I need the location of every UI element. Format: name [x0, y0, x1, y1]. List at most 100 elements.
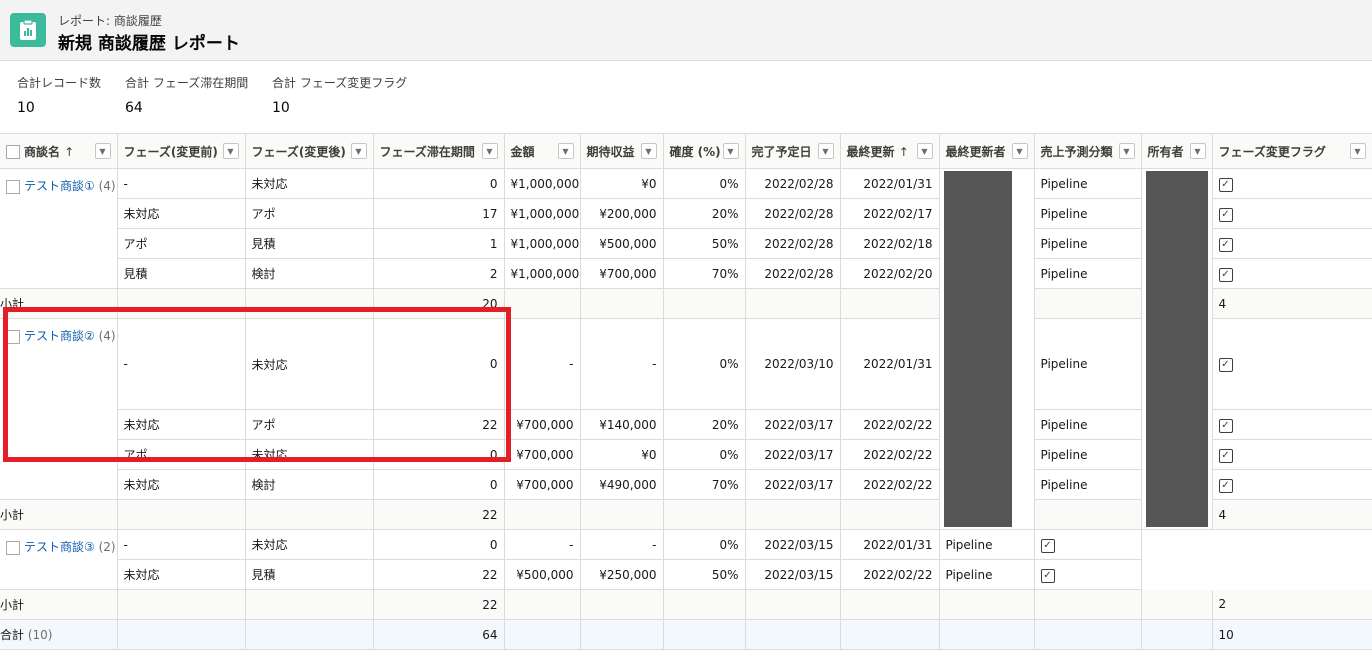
- opportunity-link[interactable]: テスト商談①: [24, 179, 95, 193]
- summary-phase-flag: 合計 フェーズ変更フラグ 10: [272, 74, 407, 116]
- empty-cell: [245, 619, 374, 650]
- expected-revenue-cell: ¥500,000: [580, 228, 664, 259]
- empty-cell: [939, 619, 1035, 650]
- phase-days-cell: 0: [373, 529, 505, 560]
- row-checkbox[interactable]: [6, 179, 20, 194]
- column-header-amount[interactable]: 金額 ▼: [504, 133, 581, 169]
- empty-cell: [663, 619, 746, 650]
- phase-flag-cell: ✓: [1212, 469, 1372, 500]
- probability-cell: 20%: [663, 409, 746, 440]
- phase-before-cell: アポ: [117, 228, 246, 259]
- phase-flag-cell: ✓: [1212, 168, 1372, 199]
- chevron-down-icon[interactable]: ▼: [1118, 143, 1135, 159]
- empty-cell: [745, 499, 841, 530]
- column-label: フェーズ滞在期間: [379, 144, 475, 159]
- checkbox-checked-icon: ✓: [1218, 267, 1233, 282]
- opportunity-link[interactable]: テスト商談②: [24, 329, 95, 343]
- column-header-last-modified-by[interactable]: 最終更新者 ▼: [939, 133, 1035, 169]
- empty-cell: [840, 288, 940, 319]
- phase-flag-cell: ✓: [1212, 439, 1372, 470]
- column-header-forecast[interactable]: 売上予測分類 ▼: [1034, 133, 1142, 169]
- close-date-cell: 2022/02/28: [745, 258, 841, 289]
- close-date-cell: 2022/02/28: [745, 168, 841, 199]
- empty-cell: [1034, 288, 1142, 319]
- checkbox-checked-icon: ✓: [1218, 358, 1233, 372]
- chevron-down-icon[interactable]: ▼: [94, 143, 111, 159]
- opportunity-link[interactable]: テスト商談③: [24, 540, 95, 554]
- checkbox-checked-icon: ✓: [1218, 448, 1233, 463]
- column-header-expected-revenue[interactable]: 期待収益 ▼: [580, 133, 664, 169]
- chevron-down-icon[interactable]: ▼: [640, 143, 657, 159]
- select-all-checkbox[interactable]: [6, 145, 20, 159]
- column-label: フェーズ(変更前): [123, 144, 218, 159]
- close-date-cell: 2022/03/17: [745, 409, 841, 440]
- opportunity-cell: テスト商談③ (2): [0, 529, 118, 590]
- empty-cell: [504, 499, 581, 530]
- column-header-probability[interactable]: 確度 (%) ▼: [663, 133, 746, 169]
- column-header-phase-flag[interactable]: フェーズ変更フラグ ▼: [1212, 133, 1372, 169]
- owner-cell: [1141, 168, 1213, 530]
- column-header-phase-days[interactable]: フェーズ滞在期間 ▼: [373, 133, 505, 169]
- chevron-down-icon[interactable]: ▼: [481, 143, 498, 159]
- probability-cell: 0%: [663, 439, 746, 470]
- forecast-cell: Pipeline: [1034, 258, 1142, 289]
- amount-cell: ¥700,000: [504, 439, 581, 470]
- chevron-down-icon[interactable]: ▼: [1011, 143, 1028, 159]
- close-date-cell: 2022/02/28: [745, 228, 841, 259]
- phase-days-cell: 22: [373, 409, 505, 440]
- column-header-close-date[interactable]: 完了予定日 ▼: [745, 133, 841, 169]
- column-header-last-modified[interactable]: 最終更新 ↑ ▼: [840, 133, 940, 169]
- phase-after-cell: 見積: [245, 559, 374, 590]
- column-header-opportunity[interactable]: 商談名 ↑ ▼: [0, 133, 118, 169]
- expected-revenue-cell: ¥0: [580, 439, 664, 470]
- column-label: 金額: [510, 144, 535, 159]
- column-label: 売上予測分類: [1040, 144, 1113, 159]
- page-title: 新規 商談履歴 レポート: [58, 34, 240, 54]
- chevron-down-icon[interactable]: ▼: [1189, 143, 1206, 159]
- column-header-owner[interactable]: 所有者 ▼: [1141, 133, 1213, 169]
- subtotal-flag: 4: [1212, 499, 1372, 530]
- phase-before-cell: アポ: [117, 439, 246, 470]
- checkbox-checked-icon: ✓: [1218, 478, 1233, 493]
- grand-total-label: 合計 (10): [0, 619, 118, 650]
- column-header-phase-before[interactable]: フェーズ(変更前) ▼: [117, 133, 246, 169]
- checkbox-checked-icon: ✓: [1218, 177, 1233, 192]
- expected-revenue-cell: ¥200,000: [580, 198, 664, 229]
- phase-flag-cell: ✓: [1034, 559, 1142, 590]
- chevron-down-icon[interactable]: ▼: [722, 143, 739, 159]
- phase-days-cell: 22: [373, 559, 505, 590]
- chevron-down-icon[interactable]: ▼: [916, 143, 933, 159]
- empty-cell: [1034, 619, 1142, 650]
- column-header-phase-after[interactable]: フェーズ(変更後) ▼: [245, 133, 374, 169]
- close-date-cell: 2022/03/10: [745, 318, 841, 410]
- chevron-down-icon[interactable]: ▼: [817, 143, 834, 159]
- row-checkbox[interactable]: [6, 329, 20, 344]
- empty-cell: [245, 499, 374, 530]
- checkbox-checked-icon: ✓: [1218, 207, 1233, 222]
- empty-cell: [840, 619, 940, 650]
- chevron-down-icon[interactable]: ▼: [350, 143, 367, 159]
- phase-days-cell: 0: [373, 318, 505, 410]
- phase-days-cell: 17: [373, 198, 505, 229]
- chevron-down-icon[interactable]: ▼: [222, 143, 239, 159]
- column-label: フェーズ(変更後): [251, 144, 346, 159]
- row-checkbox[interactable]: [6, 540, 20, 555]
- column-label: 最終更新: [846, 144, 895, 159]
- opportunity-cell: テスト商談② (4): [0, 318, 118, 500]
- column-label: 確度 (%): [669, 144, 721, 159]
- chevron-down-icon[interactable]: ▼: [1349, 143, 1366, 159]
- summary-value: 64: [125, 100, 143, 116]
- probability-cell: 70%: [663, 469, 746, 500]
- probability-cell: 0%: [663, 168, 746, 199]
- breadcrumb[interactable]: レポート: 商談履歴: [58, 12, 162, 29]
- empty-cell: [117, 499, 246, 530]
- phase-after-cell: 検討: [245, 469, 374, 500]
- empty-cell: [840, 499, 940, 530]
- forecast-cell: Pipeline: [1034, 469, 1142, 500]
- column-label: 商談名: [24, 144, 61, 159]
- expected-revenue-cell: -: [580, 529, 664, 560]
- last-modified-cell: 2022/01/31: [840, 529, 940, 560]
- phase-before-cell: -: [117, 529, 246, 560]
- empty-cell: [504, 288, 581, 319]
- chevron-down-icon[interactable]: ▼: [557, 143, 574, 159]
